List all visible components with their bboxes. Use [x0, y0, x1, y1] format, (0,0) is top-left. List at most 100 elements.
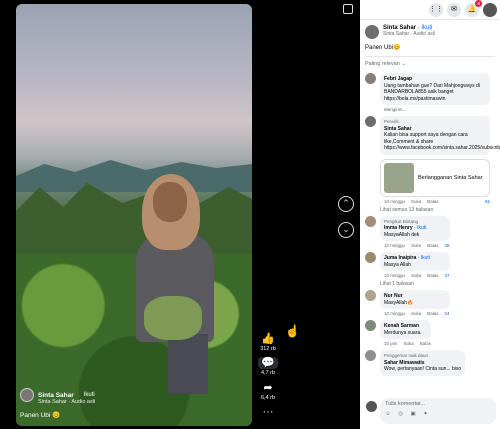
video-mountains — [16, 160, 252, 192]
like-button[interactable]: 👍 312 rb — [258, 333, 278, 352]
notifications-button[interactable]: 🔔 6 — [465, 0, 482, 17]
comment-input-placeholder: Tulis komentar... — [385, 401, 426, 407]
comment-bubble: Juma Inaipira · Ikuti Masya Allah — [380, 252, 450, 271]
comment: Penulis Sinta Sahar Kalian bisa support … — [360, 114, 500, 206]
video-person-face — [153, 182, 187, 222]
comment-meta: 10 minggu Suka Balas 24 — [384, 311, 450, 316]
messenger-button[interactable]: ✉ — [447, 2, 461, 17]
like-comment-button[interactable]: Suka — [404, 341, 414, 346]
follow-commenter-button[interactable]: Ikuti — [417, 225, 426, 231]
commenter-avatar[interactable] — [365, 290, 376, 301]
comment-time: 10 minggu — [384, 198, 406, 204]
comment-status: Mengirim... — [384, 107, 407, 112]
comment-meta: Mengirim... — [384, 107, 490, 112]
follow-commenter-button[interactable]: Ikuti — [421, 255, 430, 261]
comment-meta: 10 minggu Suka Balas 37 — [384, 273, 450, 278]
bell-icon: 🔔 — [467, 5, 477, 13]
comment-text: Wow, pertanyaan! Cinta sun... biso — [384, 366, 462, 372]
comment-time: 10 minggu — [384, 311, 406, 316]
comment-button[interactable]: 💬 4,7 rb — [258, 357, 278, 376]
reaction-count: 37 — [444, 273, 450, 278]
top-navigation: ⋮⋮ ✉ 🔔 6 — [360, 0, 500, 20]
video-author-name[interactable]: Sinta Sahar — [38, 392, 74, 399]
comment-text: MasyaAllah dek — [384, 231, 420, 238]
link-card-image — [384, 162, 414, 193]
reply-button[interactable]: Balas — [427, 199, 438, 204]
subscribe-link-card[interactable]: Berlangganan Sinta Sahar — [380, 158, 490, 197]
comment-text: Masya Allah — [384, 261, 411, 268]
commenter-avatar[interactable] — [365, 350, 376, 361]
collapse-icon[interactable] — [343, 4, 353, 14]
chevron-up-icon: ⌃ — [342, 198, 350, 208]
commenter-avatar[interactable] — [365, 116, 376, 127]
comment-text: MasyAllah🔥 — [384, 299, 414, 306]
reaction-count: 65 — [484, 198, 490, 204]
commenter-avatar[interactable] — [365, 252, 376, 263]
reply-button[interactable]: Balas — [427, 243, 438, 248]
share-button[interactable]: ➦ 6,4 rb — [258, 382, 278, 401]
like-comment-button[interactable]: Suka — [411, 199, 421, 204]
comment-time: 10 jam — [384, 341, 398, 346]
view-reply-link[interactable]: Lihat 1 balasan — [360, 280, 500, 288]
comment-text: Merdunya suara. — [384, 329, 422, 336]
commenter-name[interactable]: Juma Inaipira — [384, 255, 416, 261]
comment-icon: 💬 — [258, 357, 278, 369]
commenter-name[interactable]: Imma Henry — [384, 225, 413, 231]
video-audio-label[interactable]: Sinta Sahar · Audio asli — [38, 399, 240, 405]
video-info-overlay: Sinta Sahar Ikuti Sinta Sahar · Audio as… — [20, 388, 240, 419]
comment-bubble: Penggemar naik daun Sahar Mimawatis Wow,… — [380, 350, 466, 376]
grid-icon: ⋮⋮ — [429, 5, 443, 13]
reply-button[interactable]: Balas — [427, 273, 438, 278]
post-author-avatar[interactable] — [365, 25, 379, 39]
post-header: Sinta Sahar · Ikuti Sinta Sahar · Audio … — [360, 20, 500, 39]
video-person-legs — [168, 334, 208, 394]
comment: Febri Jagap Uang tambahan gue? Dari Mahj… — [360, 71, 500, 114]
video-harvest-bundle — [144, 296, 202, 340]
commenter-avatar[interactable] — [365, 215, 376, 227]
comment-meta: 10 jam Suka Balas — [384, 341, 431, 346]
reply-button[interactable]: Balas — [420, 341, 431, 346]
comment-meta: 10 minggu Suka Balas 65 — [384, 199, 490, 204]
comment-meta: 10 minggu Suka Balas 38 — [384, 243, 450, 248]
reply-button[interactable]: Balas — [427, 311, 438, 316]
like-comment-button[interactable]: Suka — [411, 273, 421, 278]
like-comment-button[interactable]: Suka — [411, 243, 421, 248]
video-author-avatar[interactable] — [20, 388, 34, 402]
composer-avatar — [366, 401, 377, 412]
commenter-avatar[interactable] — [365, 320, 376, 331]
comment-bubble: Kenah Sarman Merdunya suara. — [380, 320, 432, 339]
notification-badge: 6 — [475, 0, 482, 7]
comment-bubble: Penulis Sinta Sahar Kalian bisa support … — [380, 116, 500, 155]
comment-text: Uang tambahan gue? Dari Mahjongways di B… — [384, 82, 480, 102]
share-count: 6,4 rb — [260, 395, 276, 401]
comment-time: 10 minggu — [384, 273, 406, 278]
thumbs-up-icon: 👍 — [261, 333, 275, 345]
post-caption: Panen Ubi😊 — [365, 45, 401, 51]
post-audio-label[interactable]: Sinta Sahar · Audio asli — [383, 31, 435, 37]
comment-input[interactable]: Tulis komentar... ☺ ◎ ▣ ✦ — [380, 398, 496, 424]
reel-viewer: Sinta Sahar Ikuti Sinta Sahar · Audio as… — [0, 0, 500, 429]
menu-grid-button[interactable]: ⋮⋮ — [429, 2, 443, 17]
comment-text: Kalian bisa support saya dengan cara lik… — [384, 132, 500, 151]
link-card-text: Berlangganan Sinta Sahar — [418, 174, 483, 181]
commenter-avatar[interactable] — [365, 73, 376, 84]
comment-bubble: Pengikut Bintang Imma Henry · Ikuti Masy… — [380, 215, 450, 241]
more-options-button[interactable]: ··· — [258, 406, 278, 418]
like-comment-button[interactable]: Suka — [411, 311, 421, 316]
reaction-count: 24 — [444, 311, 450, 316]
profile-avatar[interactable] — [483, 2, 497, 17]
comment: Kenah Sarman Merdunya suara. 10 jam Suka… — [360, 318, 500, 348]
comment-sort-dropdown[interactable]: Paling relevan ⌄ — [360, 57, 500, 71]
video-follow-button[interactable]: Ikuti — [84, 392, 95, 398]
comment-count: 4,7 rb — [260, 370, 276, 376]
view-replies-link[interactable]: Lihat semua 13 balasan — [360, 206, 500, 214]
messenger-icon: ✉ — [451, 5, 457, 13]
share-icon: ➦ — [263, 382, 273, 394]
composer-tool-icons[interactable]: ☺ ◎ ▣ ✦ — [385, 411, 491, 417]
like-count: 312 rb — [260, 346, 276, 352]
more-icon: ··· — [262, 406, 274, 418]
previous-reel-button[interactable]: ⌃ — [338, 196, 354, 212]
reel-video[interactable] — [16, 4, 252, 426]
comment: Juma Inaipira · Ikuti Masya Allah 10 min… — [360, 250, 500, 280]
next-reel-button[interactable]: ⌄ — [338, 222, 354, 238]
